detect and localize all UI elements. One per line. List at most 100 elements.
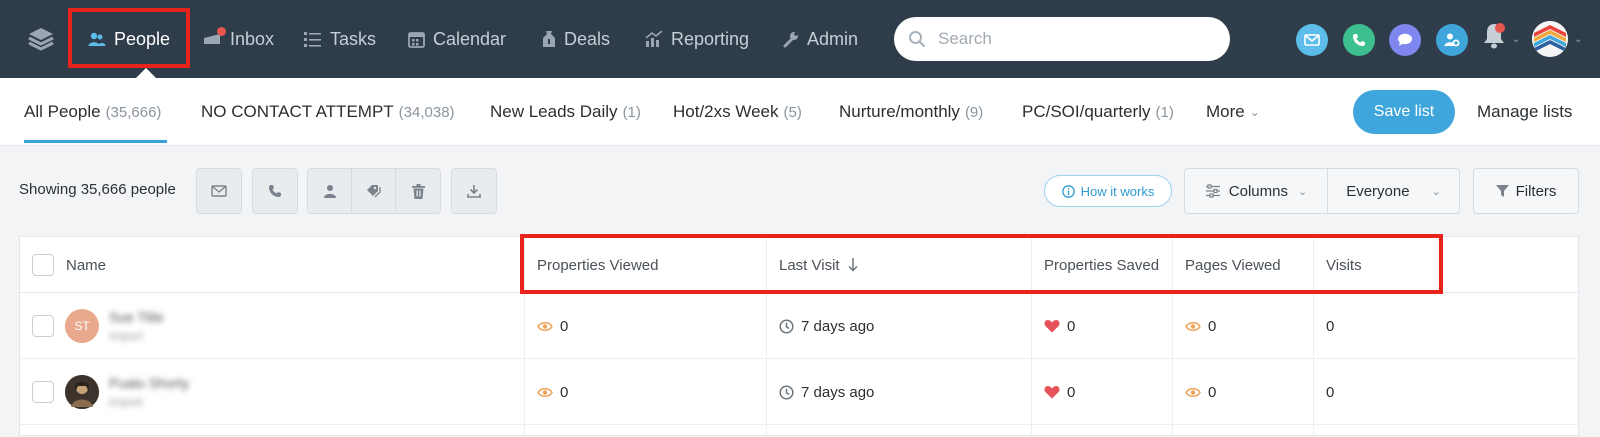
nav-calendar[interactable]: Calendar: [408, 0, 506, 78]
nav-admin-label: Admin: [807, 28, 859, 49]
properties-saved-value: 0: [1067, 383, 1076, 401]
person-name[interactable]: Sue Title: [109, 309, 163, 325]
tab-all-people[interactable]: All People (35,666): [24, 78, 161, 146]
tab-count: (34,038): [398, 103, 455, 121]
nav-tasks[interactable]: Tasks: [304, 0, 376, 78]
tab-count: (35,666): [105, 103, 162, 121]
tab-no-contact-attempt[interactable]: NO CONTACT ATTEMPT (34,038): [201, 78, 455, 146]
call-tool-group: [252, 168, 298, 214]
heart-icon: [1044, 385, 1060, 399]
tab-nurture-monthly[interactable]: Nurture/monthly (9): [839, 78, 983, 146]
trash-icon: [411, 183, 425, 199]
call-action-button[interactable]: [1343, 24, 1375, 56]
tab-label: New Leads Daily: [490, 102, 618, 121]
bulk-call-button[interactable]: [253, 169, 297, 213]
clock-icon: [779, 384, 794, 400]
bulk-actions-group: [307, 168, 441, 214]
phone-icon: [1352, 33, 1366, 47]
nav-tasks-label: Tasks: [330, 28, 377, 49]
bulk-email-button[interactable]: [197, 169, 241, 213]
tab-count: (5): [783, 103, 802, 121]
eye-icon: [537, 387, 553, 398]
columns-dropdown[interactable]: Columns ⌄: [1185, 169, 1328, 213]
save-list-button[interactable]: Save list: [1353, 90, 1455, 134]
person-source: Import: [109, 395, 144, 409]
search-box[interactable]: [894, 17, 1230, 61]
email-action-button[interactable]: [1296, 24, 1328, 56]
how-it-works-label: How it works: [1080, 183, 1155, 199]
person-name[interactable]: Pualo Shorty: [109, 375, 189, 391]
export-button[interactable]: [452, 169, 496, 213]
manage-lists-link[interactable]: Manage lists: [1477, 90, 1572, 134]
chevron-down-icon[interactable]: ⌄: [1512, 34, 1520, 45]
nav-admin[interactable]: Admin: [782, 0, 858, 78]
nav-calendar-label: Calendar: [433, 28, 507, 49]
info-icon: [1061, 184, 1075, 198]
chat-bubble-icon: [1397, 33, 1413, 47]
add-tags-button[interactable]: [352, 169, 396, 213]
filters-label: Filters: [1515, 182, 1557, 200]
everyone-dropdown[interactable]: Everyone ⌄: [1328, 169, 1459, 213]
nav-reporting[interactable]: Reporting: [645, 0, 749, 78]
envelope-icon: [211, 185, 227, 197]
download-icon: [467, 184, 481, 198]
row-checkbox[interactable]: [32, 315, 54, 337]
pages-viewed-value: 0: [1208, 383, 1217, 401]
highlight-box-people: [68, 8, 190, 68]
message-action-button[interactable]: [1389, 24, 1421, 56]
tab-label: PC/SOI/quarterly: [1022, 102, 1151, 121]
filters-button[interactable]: Filters: [1473, 168, 1579, 214]
tab-new-leads-daily[interactable]: New Leads Daily (1): [490, 78, 641, 146]
chevron-down-icon: ⌄: [1431, 185, 1441, 198]
person-icon: [323, 184, 337, 198]
tab-count: (9): [964, 103, 984, 121]
how-it-works-button[interactable]: How it works: [1044, 175, 1172, 207]
properties-saved-value: 0: [1067, 317, 1076, 335]
nav-deals[interactable]: Deals: [542, 0, 610, 78]
tab-label: Nurture/monthly: [839, 102, 960, 121]
phone-icon: [268, 184, 282, 198]
add-person-action-button[interactable]: [1436, 24, 1468, 56]
assign-agent-button[interactable]: [308, 169, 352, 213]
pages-viewed-cell: 0: [1185, 293, 1216, 359]
view-options-group: Columns ⌄ Everyone ⌄: [1184, 168, 1460, 214]
table-row[interactable]: Pualo Shorty Import 0 7 days ago 0 0 0: [20, 359, 1580, 425]
tab-hot-2xs-week[interactable]: Hot/2xs Week (5): [673, 78, 802, 146]
nav-inbox[interactable]: Inbox: [202, 0, 274, 78]
tab-more[interactable]: More ⌄: [1206, 78, 1260, 146]
tab-count: (1): [1155, 103, 1174, 121]
sliders-icon: [1205, 184, 1221, 198]
avatar: ST: [65, 309, 99, 343]
email-tool-group: [196, 168, 242, 214]
delete-button[interactable]: [396, 169, 440, 213]
chevron-down-icon: ⌄: [1249, 105, 1260, 119]
row-checkbox[interactable]: [32, 381, 54, 403]
calendar-icon: [408, 31, 425, 48]
account-avatar[interactable]: [1532, 21, 1568, 57]
properties-viewed-value: 0: [560, 317, 569, 335]
visits-cell: 0: [1326, 317, 1335, 335]
table-row[interactable]: ST Sue Title Import 0 7 days ago 0 0 0: [20, 293, 1580, 359]
account-chevron-down-icon[interactable]: ⌄: [1574, 34, 1582, 45]
tags-icon: [366, 184, 382, 198]
nav-deals-label: Deals: [564, 28, 611, 49]
app-logo-icon[interactable]: [28, 26, 54, 52]
pages-viewed-value: 0: [1208, 317, 1217, 335]
clock-icon: [779, 318, 794, 334]
tab-count: (1): [622, 103, 641, 121]
tab-pc-soi-quarterly[interactable]: PC/SOI/quarterly (1): [1022, 78, 1174, 146]
avatar: [65, 375, 99, 409]
search-input[interactable]: [938, 29, 1208, 49]
properties-viewed-value: 0: [560, 383, 569, 401]
export-tool-group: [451, 168, 497, 214]
last-visit-value: 7 days ago: [801, 317, 875, 335]
select-all-checkbox[interactable]: [32, 254, 54, 276]
highlight-box-tracking-columns: [520, 234, 1443, 294]
envelope-icon: [1304, 34, 1320, 46]
deals-icon: [542, 30, 556, 48]
tasks-icon: [304, 31, 322, 47]
person-source: Import: [109, 329, 144, 343]
tab-label: Hot/2xs Week: [673, 102, 779, 121]
pages-viewed-cell: 0: [1185, 359, 1216, 425]
column-header-name[interactable]: Name: [66, 237, 106, 293]
